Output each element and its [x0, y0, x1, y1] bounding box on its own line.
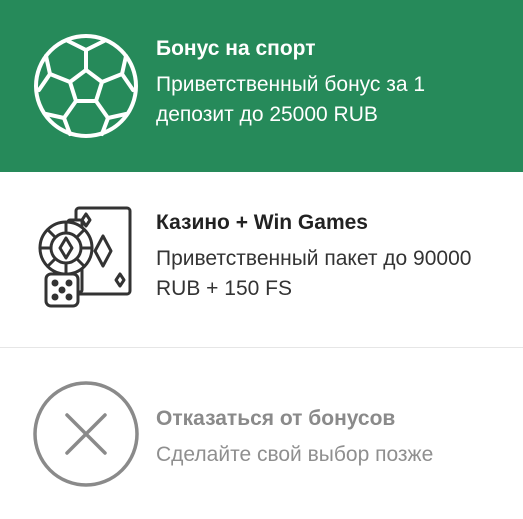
bonus-option-casino-text: Казино + Win Games Приветственный пакет … — [156, 208, 503, 304]
bonus-option-sport[interactable]: Бонус на спорт Приветственный бонус за 1… — [0, 0, 523, 172]
bonus-option-description: Приветственный пакет до 90000 RUB + 150 … — [156, 247, 472, 300]
close-circle-icon — [32, 380, 140, 488]
bonus-option-none-text: Отказаться от бонусов Сделайте свой выбо… — [156, 404, 503, 470]
bonus-option-sport-text: Бонус на спорт Приветственный бонус за 1… — [156, 34, 503, 130]
bonus-option-none[interactable]: Отказаться от бонусов Сделайте свой выбо… — [0, 348, 523, 519]
bonus-option-title: Бонус на спорт — [156, 37, 316, 60]
bonus-option-description: Сделайте свой выбор позже — [156, 443, 434, 466]
bonus-option-title: Казино + Win Games — [156, 211, 368, 234]
casino-cards-chip-dice-icon — [32, 204, 140, 312]
bonus-options-list: Бонус на спорт Приветственный бонус за 1… — [0, 0, 523, 519]
soccer-ball-icon — [32, 32, 140, 140]
bonus-option-description: Приветственный бонус за 1 депозит до 250… — [156, 73, 426, 126]
bonus-option-casino[interactable]: Казино + Win Games Приветственный пакет … — [0, 172, 523, 348]
bonus-option-title: Отказаться от бонусов — [156, 407, 396, 430]
